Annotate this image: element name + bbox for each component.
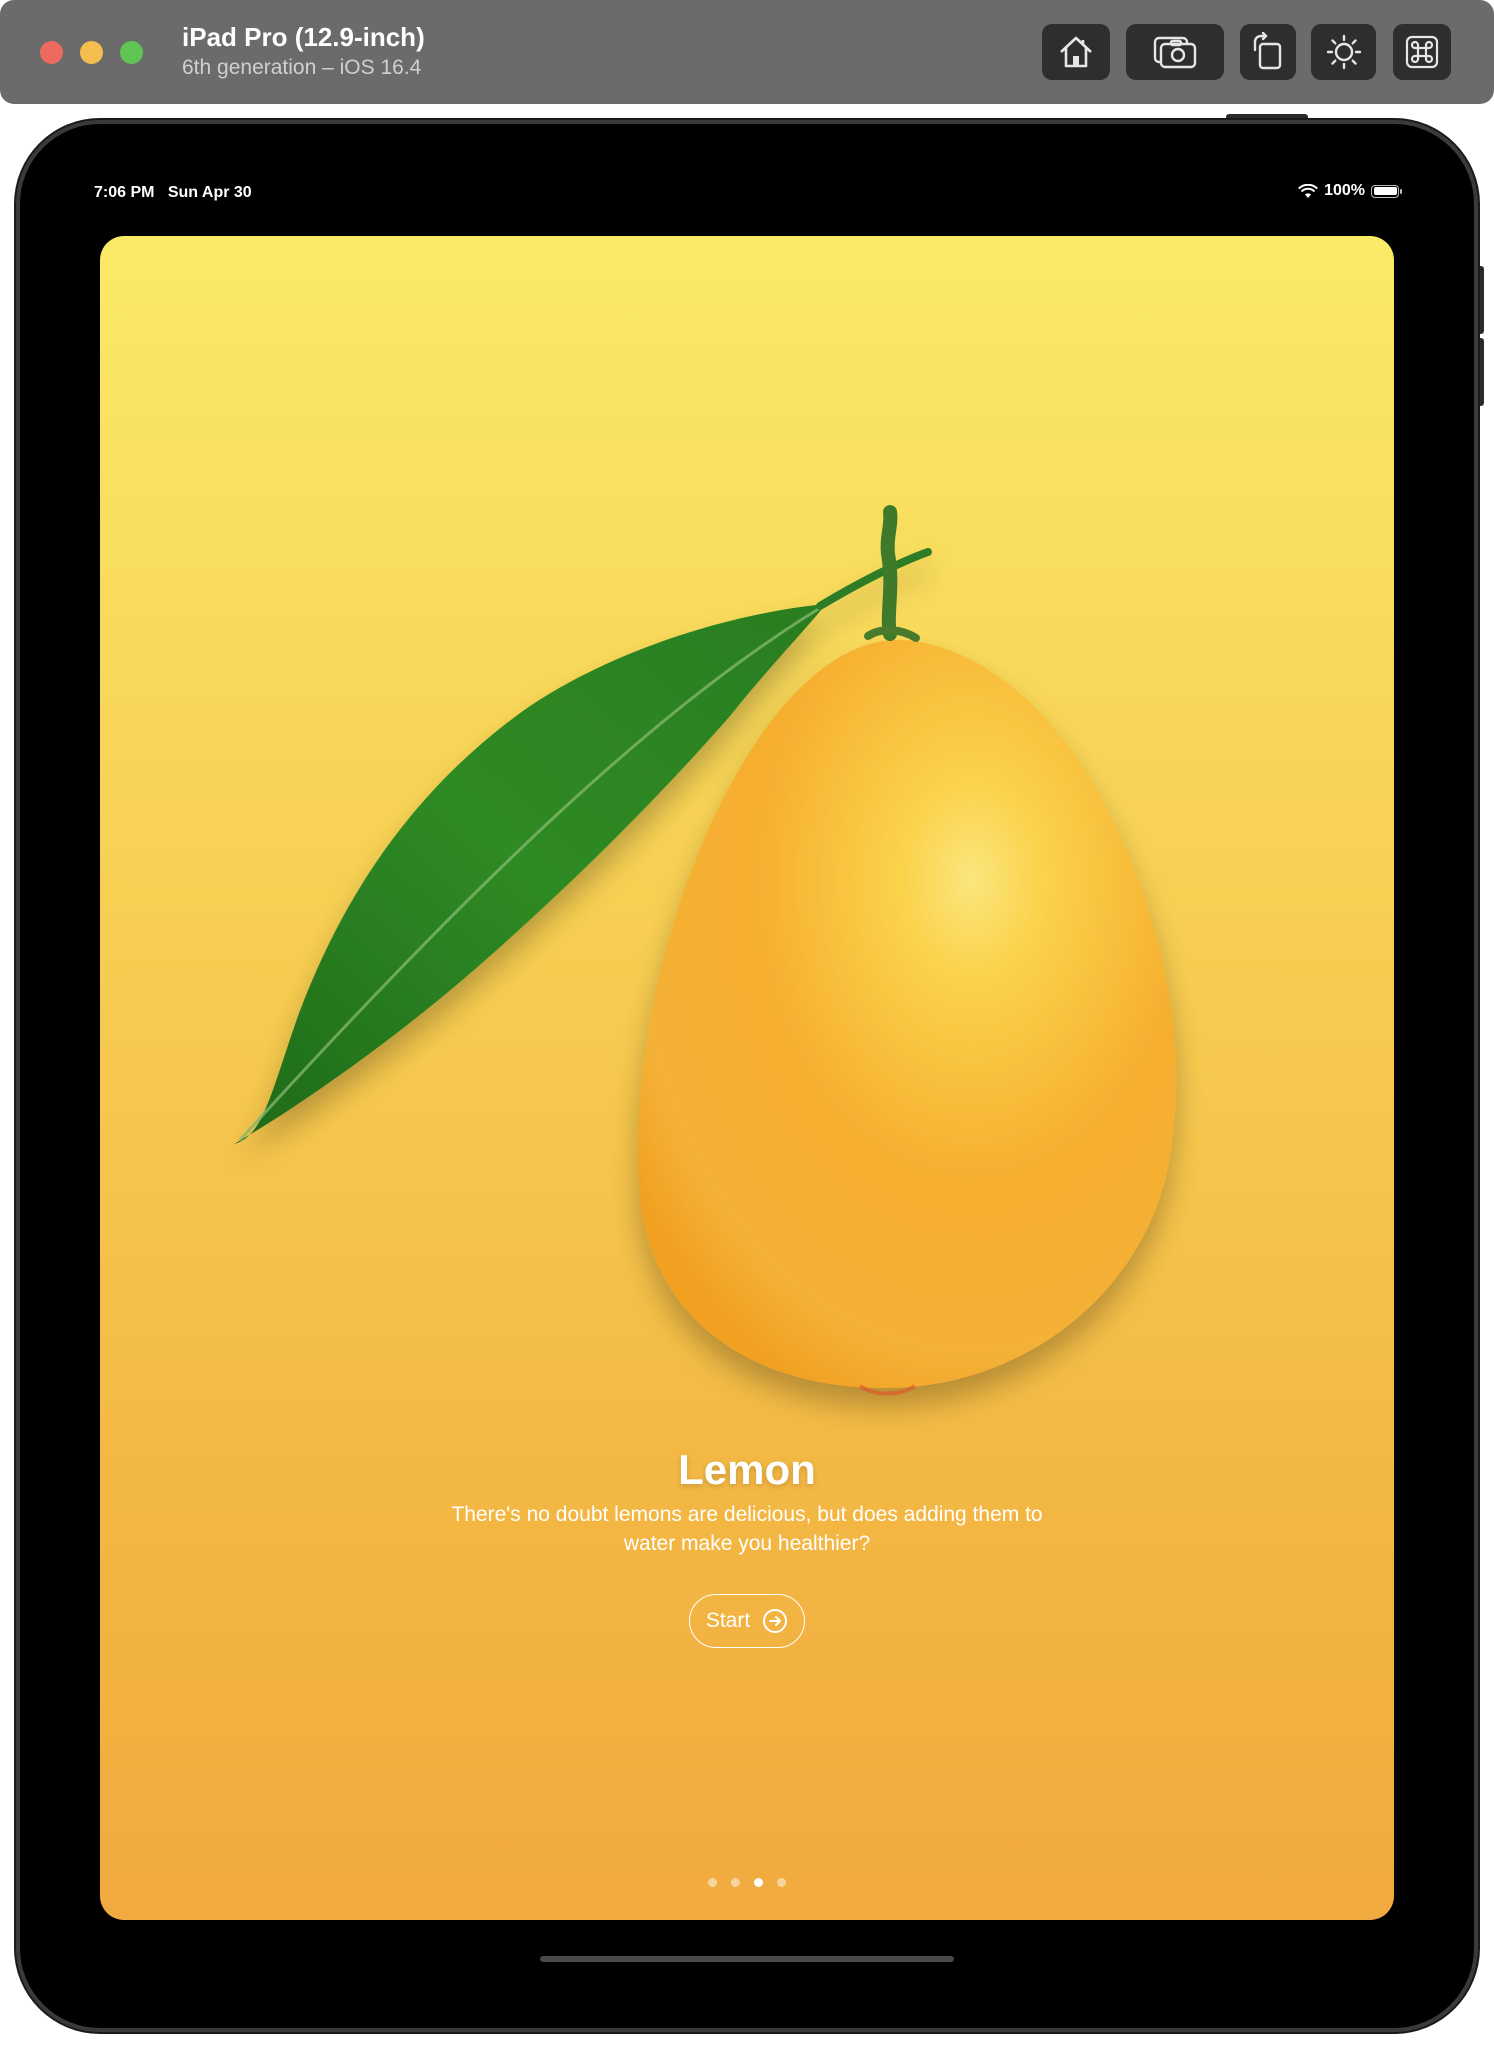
rotate-icon xyxy=(1253,32,1282,70)
shortcuts-button[interactable] xyxy=(1393,24,1451,80)
status-time-date: 7:06 PM Sun Apr 30 xyxy=(94,184,252,202)
status-time: 7:06 PM xyxy=(94,184,155,201)
simulator-titlebar: iPad Pro (12.9-inch) 6th generation – iO… xyxy=(0,0,1494,104)
onboarding-card: Lemon There's no doubt lemons are delici… xyxy=(100,236,1394,1920)
window-close-button[interactable] xyxy=(40,41,63,64)
command-icon xyxy=(1405,35,1439,69)
wifi-icon xyxy=(1298,183,1318,198)
window-zoom-button[interactable] xyxy=(120,41,143,64)
battery-percentage: 100% xyxy=(1324,182,1365,199)
start-button[interactable]: Start xyxy=(689,1594,805,1648)
appearance-button[interactable] xyxy=(1311,24,1376,80)
lemon-illustration xyxy=(234,505,1177,1396)
page-dot[interactable] xyxy=(777,1878,786,1887)
device-subtitle: 6th generation – iOS 16.4 xyxy=(182,56,422,79)
page-dot[interactable] xyxy=(731,1878,740,1887)
screenshot-button[interactable] xyxy=(1126,24,1224,80)
page-indicator[interactable] xyxy=(100,1878,1394,1887)
status-date: Sun Apr 30 xyxy=(167,184,252,201)
arrow-right-circle-icon xyxy=(763,1609,788,1633)
camera-icon xyxy=(1153,36,1197,69)
page-dot[interactable] xyxy=(754,1878,763,1887)
home-button[interactable] xyxy=(1042,24,1110,80)
page-dot[interactable] xyxy=(708,1878,717,1887)
status-indicators: 100% xyxy=(1298,182,1402,200)
brightness-icon xyxy=(1326,34,1361,70)
window-minimize-button[interactable] xyxy=(80,41,103,64)
start-button-label: Start xyxy=(705,1609,751,1632)
battery-icon xyxy=(1371,184,1402,198)
card-description: There's no doubt lemons are delicious, b… xyxy=(451,1503,1043,1555)
rotate-button[interactable] xyxy=(1240,24,1296,80)
card-title: Lemon xyxy=(678,1446,816,1493)
home-indicator[interactable] xyxy=(540,1956,954,1962)
device-name: iPad Pro (12.9-inch) xyxy=(182,22,425,52)
home-icon xyxy=(1060,36,1092,68)
